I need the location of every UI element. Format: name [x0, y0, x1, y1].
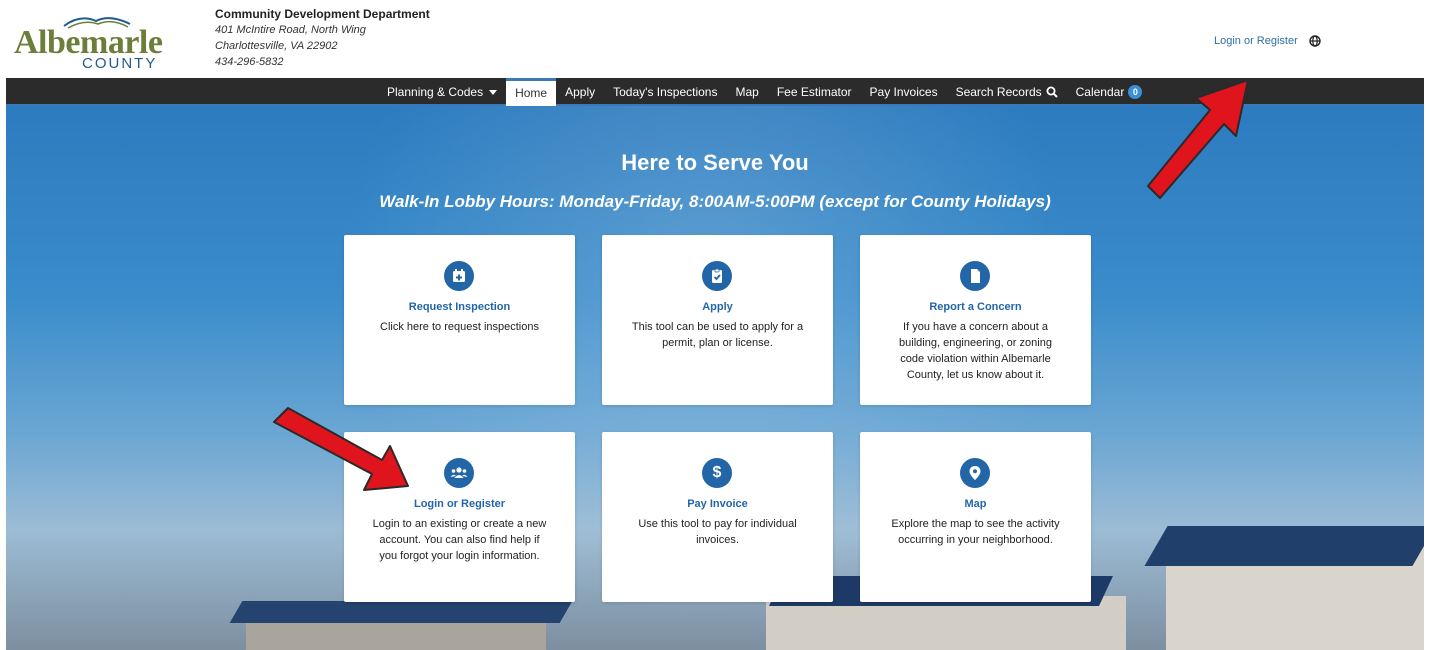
card-description: Login to an existing or create a new acc… [372, 518, 547, 562]
nav-pay-invoices-label: Pay Invoices [869, 85, 938, 99]
calendar-plus-icon [444, 261, 474, 291]
card-title: Pay Invoice [687, 498, 748, 510]
background-roof [229, 601, 573, 623]
calendar-count-badge: 0 [1128, 85, 1143, 99]
nav-fee-estimator[interactable]: Fee Estimator [768, 78, 861, 106]
address-line-2: Charlottesville, VA 22902 [215, 40, 338, 52]
nav-pay-invoices[interactable]: Pay Invoices [861, 78, 947, 106]
nav-apply-label: Apply [565, 85, 596, 99]
nav-items: Planning & Codes Home Apply Today's Insp… [378, 78, 1151, 106]
header-login-link[interactable]: Login or Register [1214, 35, 1298, 47]
nav-map[interactable]: Map [726, 78, 767, 106]
card-request-inspection[interactable]: Request Inspection Click here to request… [344, 235, 575, 405]
nav-calendar[interactable]: Calendar 0 [1067, 78, 1152, 106]
card-map[interactable]: Map Explore the map to see the activity … [860, 432, 1091, 602]
hero-section: Here to Serve You Walk-In Lobby Hours: M… [6, 106, 1424, 650]
card-login-register[interactable]: Login or Register Login to an existing o… [344, 432, 575, 602]
main-navbar: Planning & Codes Home Apply Today's Insp… [6, 78, 1424, 106]
department-info: Community Development Department 401 McI… [215, 6, 430, 70]
users-icon [444, 458, 474, 488]
nav-home-label: Home [515, 86, 548, 100]
site-header: Albemarle COUNTY Community Development D… [0, 0, 1430, 78]
card-description: Use this tool to pay for individual invo… [638, 518, 797, 546]
caret-down-icon [489, 89, 498, 95]
nav-search-records[interactable]: Search Records [947, 78, 1067, 106]
nav-home[interactable]: Home [506, 78, 557, 106]
logo-county: COUNTY [82, 55, 158, 72]
card-title: Login or Register [413, 498, 506, 510]
map-marker-icon [960, 458, 990, 488]
card-description: Explore the map to see the activity occu… [891, 518, 1060, 546]
card-apply[interactable]: Apply This tool can be used to apply for… [602, 235, 833, 405]
document-icon [960, 261, 990, 291]
clipboard-check-icon [702, 261, 732, 291]
card-description: If you have a concern about a building, … [899, 321, 1052, 381]
nav-planning-codes-label: Planning & Codes [387, 85, 484, 99]
card-title: Map [964, 498, 987, 510]
phone-number: 434-296-5832 [215, 56, 284, 68]
background-roof [1144, 526, 1424, 566]
nav-apply[interactable]: Apply [556, 78, 604, 106]
nav-todays-inspections[interactable]: Today's Inspections [604, 78, 726, 106]
albemarle-logo[interactable]: Albemarle COUNTY [10, 10, 170, 72]
address-line-1: 401 McIntire Road, North Wing [215, 24, 366, 36]
hero-subtitle: Walk-In Lobby Hours: Monday-Friday, 8:00… [379, 192, 1051, 211]
department-name: Community Development Department [215, 7, 430, 21]
card-title: Report a Concern [929, 301, 1022, 313]
dollar-icon: $ [702, 458, 732, 488]
nav-todays-inspections-label: Today's Inspections [613, 85, 718, 99]
card-report-concern[interactable]: Report a Concern If you have a concern a… [860, 235, 1091, 405]
card-description: Click here to request inspections [380, 321, 539, 333]
search-icon [1046, 86, 1058, 98]
hero-title: Here to Serve You [621, 150, 809, 175]
card-pay-invoice[interactable]: $ Pay Invoice Use this tool to pay for i… [602, 432, 833, 602]
nav-calendar-label: Calendar [1075, 85, 1125, 99]
nav-fee-estimator-label: Fee Estimator [776, 85, 852, 99]
card-description: This tool can be used to apply for a per… [631, 321, 804, 349]
nav-search-records-label: Search Records [955, 85, 1042, 99]
card-title: Request Inspection [408, 301, 511, 313]
nav-planning-codes[interactable]: Planning & Codes [378, 78, 506, 106]
nav-map-label: Map [735, 85, 759, 99]
card-title: Apply [702, 301, 733, 313]
globe-icon[interactable] [1309, 35, 1321, 47]
